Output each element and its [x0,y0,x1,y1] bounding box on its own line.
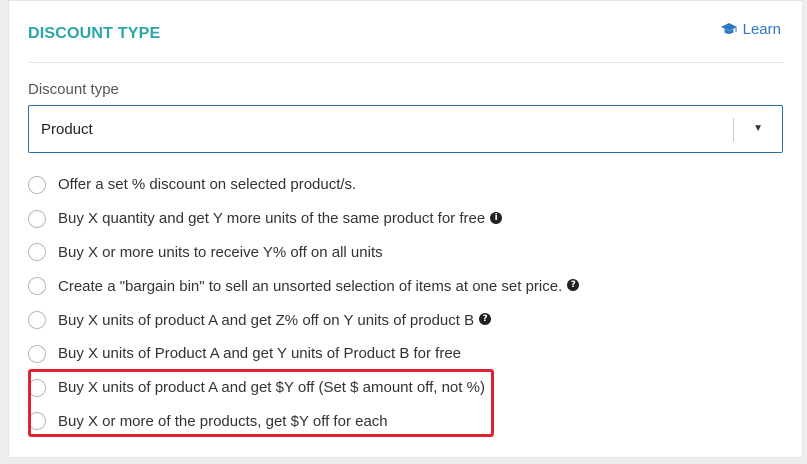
discount-option[interactable]: Buy X or more units to receive Y% off on… [28,236,788,270]
discount-type-selected-value: Product [41,121,93,138]
radio-button[interactable] [28,311,46,330]
radio-button[interactable] [28,412,46,431]
radio-button[interactable] [28,209,46,228]
discount-options-list: Offer a set % discount on selected produ… [28,168,788,438]
option-label: Buy X units of product A and get Z% off … [58,311,475,329]
select-separator [733,118,734,142]
radio-button[interactable] [28,175,46,194]
discount-option[interactable]: Buy X quantity and get Y more units of t… [28,202,788,236]
graduation-cap-icon [720,23,737,36]
option-label: Buy X or more units to receive Y% off on… [58,243,383,261]
option-label: Buy X units of Product A and get Y units… [58,345,462,363]
question-icon[interactable]: ? [567,279,580,292]
discount-option[interactable]: Create a "bargain bin" to sell an unsort… [28,269,788,303]
learn-link[interactable]: Learn [720,21,781,38]
question-icon[interactable]: ? [479,313,492,326]
discount-option[interactable]: Buy X units of Product A and get Y units… [28,337,788,371]
discount-type-select[interactable]: Product ▼ [28,105,783,153]
discount-option[interactable]: Offer a set % discount on selected produ… [28,168,788,202]
radio-button[interactable] [28,344,46,363]
discount-option[interactable]: Buy X or more of the products, get $Y of… [28,405,788,439]
card-header: DISCOUNT TYPE Learn [9,1,802,63]
option-label: Create a "bargain bin" to sell an unsort… [58,277,563,295]
option-label: Offer a set % discount on selected produ… [58,176,357,194]
discount-type-label: Discount type [28,81,119,98]
info-icon[interactable]: i [490,211,503,224]
radio-button[interactable] [28,277,46,296]
section-title: DISCOUNT TYPE [28,25,161,42]
option-label: Buy X or more of the products, get $Y of… [58,412,388,430]
option-label: Buy X quantity and get Y more units of t… [58,210,486,228]
discount-option[interactable]: Buy X units of product A and get Z% off … [28,303,788,337]
learn-label: Learn [742,21,781,38]
page: DISCOUNT TYPE Learn Discount type Produc… [0,0,807,464]
radio-button[interactable] [28,243,46,262]
option-label: Buy X units of product A and get $Y off … [58,379,485,397]
header-divider [28,62,783,63]
discount-type-card: DISCOUNT TYPE Learn Discount type Produc… [8,0,803,458]
discount-option[interactable]: Buy X units of product A and get $Y off … [28,371,788,405]
caret-down-icon: ▼ [753,123,763,134]
radio-button[interactable] [28,378,46,397]
